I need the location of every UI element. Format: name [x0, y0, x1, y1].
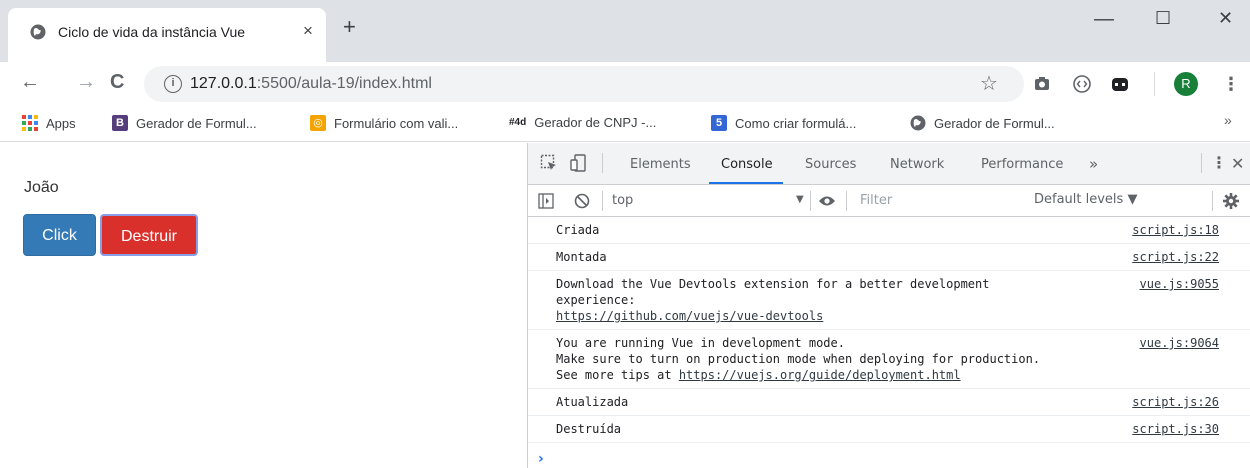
bookmark-star-icon[interactable]: ☆: [980, 71, 998, 96]
context-caret-icon[interactable]: ▼: [796, 194, 804, 205]
console-prompt-icon[interactable]: ›: [538, 451, 544, 467]
console-message: Criada script.js:18: [528, 217, 1250, 244]
bookmark-gerador-cnpj[interactable]: #4d Gerador de CNPJ -...: [509, 115, 656, 130]
console-source-link[interactable]: vue.js:9055: [1140, 276, 1219, 292]
forward-button[interactable]: →: [76, 70, 96, 94]
tab-console[interactable]: Console: [721, 157, 773, 172]
console-url-link[interactable]: https://vuejs.org/guide/deployment.html: [679, 368, 961, 382]
console-message: Destruída script.js:30: [528, 416, 1250, 443]
tab-close-icon[interactable]: ×: [303, 21, 313, 41]
code-extension-icon[interactable]: [1072, 74, 1092, 94]
console-messages: Criada script.js:18 Montada script.js:22…: [528, 217, 1250, 443]
tab-title: Ciclo de vida da instância Vue: [58, 24, 246, 40]
maximize-button[interactable]: ☐: [1155, 8, 1171, 29]
apps-grid-icon: [22, 115, 38, 131]
console-message: You are running Vue in development mode.…: [528, 330, 1250, 389]
globe-icon: [910, 115, 926, 131]
devtools-close-icon[interactable]: ✕: [1231, 154, 1244, 173]
devtools-panel: Elements Console Sources Network Perform…: [527, 143, 1250, 468]
bookmark-gerador-formul-1[interactable]: B Gerador de Formul...: [112, 115, 257, 131]
log-levels-dropdown[interactable]: Default levels ▼: [1034, 192, 1137, 207]
console-source-link[interactable]: vue.js:9064: [1140, 335, 1219, 351]
console-message: Montada script.js:22: [528, 244, 1250, 271]
device-toolbar-icon[interactable]: [570, 154, 588, 172]
menu-kebab-icon[interactable]: ⋮: [1222, 70, 1240, 98]
click-button[interactable]: Click: [23, 214, 96, 256]
tab-network[interactable]: Network: [890, 157, 944, 172]
codepen-icon: ◎: [310, 115, 326, 131]
console-url-link[interactable]: https://github.com/vuejs/vue-devtools: [556, 309, 823, 323]
more-tabs-icon[interactable]: »: [1089, 155, 1098, 173]
console-source-link[interactable]: script.js:18: [1132, 222, 1219, 238]
tab-elements[interactable]: Elements: [630, 157, 691, 172]
clear-console-icon[interactable]: [574, 193, 590, 209]
browser-tab[interactable]: Ciclo de vida da instância Vue ×: [8, 8, 326, 62]
info-icon[interactable]: i: [164, 75, 182, 93]
bookmark-apps[interactable]: Apps: [22, 115, 76, 131]
console-source-link[interactable]: script.js:30: [1132, 421, 1219, 437]
destroy-button[interactable]: Destruir: [100, 214, 198, 256]
toolbar-divider: [1154, 72, 1155, 96]
console-message: Atualizada script.js:26: [528, 389, 1250, 416]
console-source-link[interactable]: script.js:26: [1132, 394, 1219, 410]
context-selector[interactable]: top: [612, 193, 633, 208]
tab-sources[interactable]: Sources: [805, 157, 856, 172]
close-window-button[interactable]: ✕: [1218, 8, 1233, 29]
console-settings-gear-icon[interactable]: [1222, 192, 1240, 210]
back-button[interactable]: ←: [20, 70, 40, 94]
bookmark-formulario-vali[interactable]: ◎ Formulário com vali...: [310, 115, 458, 131]
new-tab-button[interactable]: +: [343, 16, 356, 38]
console-filter-bar: top ▼ Filter Default levels ▼: [528, 185, 1250, 217]
active-tab-indicator: [709, 182, 783, 184]
reload-button[interactable]: C: [110, 70, 124, 94]
4devs-icon: #4d: [509, 117, 527, 128]
profile-avatar[interactable]: R: [1174, 72, 1198, 96]
minimize-button[interactable]: —: [1094, 8, 1114, 31]
inspect-element-icon[interactable]: [540, 154, 558, 172]
console-source-link[interactable]: script.js:22: [1132, 249, 1219, 265]
url-text[interactable]: 127.0.0.1:5500/aula-19/index.html: [190, 75, 432, 93]
extension-icon[interactable]: [1110, 74, 1130, 94]
bookmark-gerador-formul-2[interactable]: Gerador de Formul...: [910, 115, 1055, 131]
devtools-tabbar: Elements Console Sources Network Perform…: [528, 143, 1250, 185]
html5-icon: 5: [711, 115, 727, 131]
console-message: Download the Vue Devtools extension for …: [528, 271, 1250, 330]
bookmarks-bar: Apps B Gerador de Formul... ◎ Formulário…: [0, 106, 1250, 142]
tab-performance[interactable]: Performance: [981, 157, 1063, 172]
devtools-menu-icon[interactable]: ⋮: [1211, 153, 1227, 172]
bookmark-como-criar[interactable]: 5 Como criar formulá...: [711, 115, 856, 131]
live-expression-eye-icon[interactable]: [818, 194, 836, 208]
tab-strip: Ciclo de vida da instância Vue × + — ☐ ✕: [0, 0, 1250, 62]
globe-icon: [30, 24, 46, 40]
page-viewport: João Click Destruir: [0, 143, 527, 468]
address-bar[interactable]: i 127.0.0.1:5500/aula-19/index.html ☆: [144, 66, 1024, 102]
bootstrap-icon: B: [112, 115, 128, 131]
bookmarks-overflow-icon[interactable]: »: [1224, 112, 1232, 128]
console-filter-input[interactable]: Filter: [850, 189, 1026, 213]
camera-extension-icon[interactable]: [1032, 74, 1052, 94]
name-text: João: [24, 179, 59, 196]
browser-toolbar: ← → C i 127.0.0.1:5500/aula-19/index.htm…: [0, 62, 1250, 106]
sidebar-toggle-icon[interactable]: [538, 193, 554, 209]
